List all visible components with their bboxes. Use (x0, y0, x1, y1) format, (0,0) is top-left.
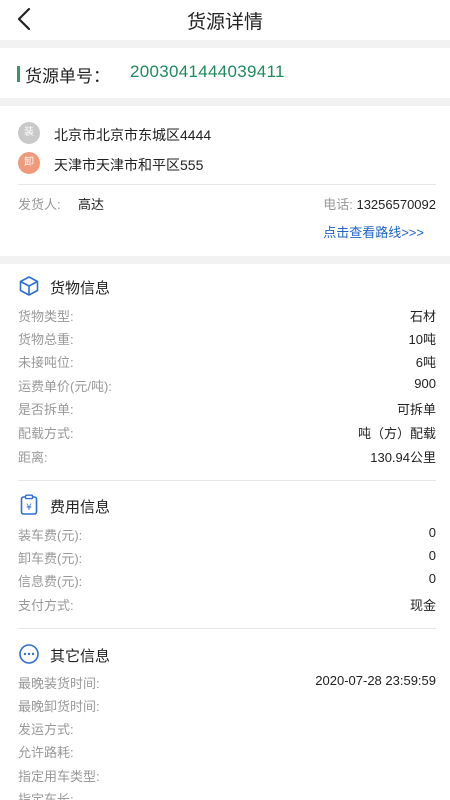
page-title: 货源详情 (186, 12, 263, 33)
route-card: 装 北京市北京市东城区4444 卸 天津市天津市和平区555 发货人: 高达 电… (0, 106, 450, 256)
phone-label: 电话: (323, 197, 353, 212)
box-icon (19, 276, 39, 296)
unload-address: 天津市天津市和平区555 (54, 157, 204, 173)
section-title: 货物信息 (50, 280, 111, 297)
row-label: 装车费(元): (18, 528, 83, 543)
fee-row: 信息费(元): 0 (18, 571, 436, 591)
cargo-row: 运费单价(元/吨): 900 (18, 376, 436, 396)
other-row: 指定用车类型: (18, 766, 436, 786)
row-label: 货物类型: (18, 309, 74, 324)
view-route-link[interactable]: 点击查看路线>>> (323, 222, 424, 241)
divider (18, 480, 436, 481)
shipper-label: 发货人: (18, 197, 61, 212)
phone-contact[interactable]: 电话: 13256570092 (323, 194, 436, 213)
row-label: 配载方式: (18, 426, 74, 441)
row-label: 卸车费(元): (18, 551, 83, 566)
other-row: 最晚装货时间: 2020-07-28 23:59:59 (18, 673, 436, 693)
row-label: 指定用车类型: (18, 769, 100, 784)
other-row: 发运方式: (18, 719, 436, 739)
cargo-row: 未接吨位: 6吨 (18, 352, 436, 372)
row-value: 石材 (409, 309, 436, 324)
row-value: 130.94公里 (370, 450, 436, 465)
receipt-icon: ¥ (20, 494, 38, 515)
row-label: 未接吨位: (18, 355, 74, 370)
more-dots-icon (19, 644, 39, 664)
details-card: 货物信息 货物类型: 石材 货物总重: 10吨 未接吨位: 6吨 运费单价(元/… (0, 264, 450, 800)
row-value: 6吨 (415, 355, 436, 370)
section-title: 其它信息 (50, 648, 111, 665)
divider (18, 184, 436, 185)
phone-number[interactable]: 13256570092 (356, 197, 436, 212)
load-tag: 装 (18, 122, 40, 144)
cargo-row: 货物总重: 10吨 (18, 329, 436, 349)
fee-row: 支付方式: 现金 (18, 595, 436, 615)
other-row: 最晚卸货时间: (18, 696, 436, 716)
fee-row: 卸车费(元): 0 (18, 548, 436, 568)
row-value: 900 (414, 376, 436, 391)
fee-row: 装车费(元): 0 (18, 525, 436, 545)
row-label: 支付方式: (18, 598, 74, 613)
load-address: 北京市北京市东城区4444 (54, 127, 212, 143)
cargo-row: 货物类型: 石材 (18, 306, 436, 326)
row-value: 吨（方）配载 (357, 426, 436, 441)
row-value: 10吨 (408, 332, 436, 347)
row-value: 0 (428, 548, 436, 563)
row-label: 信息费(元): (18, 574, 83, 589)
row-label: 距离: (18, 450, 48, 465)
unload-tag: 卸 (18, 152, 40, 174)
order-number-card: 货源单号： 2003041444039411 (0, 48, 450, 98)
cargo-row: 配载方式: 吨（方）配载 (18, 423, 436, 443)
row-value: 0 (428, 571, 436, 586)
row-label: 运费单价(元/吨): (18, 379, 112, 394)
row-label: 发运方式: (18, 722, 74, 737)
cargo-row: 是否拆单: 可拆单 (18, 399, 436, 419)
accent-bar (17, 66, 20, 82)
row-label: 指定车长: (18, 792, 74, 800)
row-value: 现金 (409, 598, 436, 613)
order-number-value: 2003041444039411 (130, 62, 285, 81)
row-label: 货物总重: (18, 332, 74, 347)
row-value: 2020-07-28 23:59:59 (315, 673, 436, 688)
yuan-symbol: ¥ (26, 503, 32, 513)
order-number-label: 货源单号： (25, 67, 110, 86)
row-value: 0 (428, 525, 436, 540)
shipper-name: 高达 (78, 197, 105, 212)
divider (18, 628, 436, 629)
row-label: 是否拆单: (18, 402, 74, 417)
row-label: 允许路耗: (18, 745, 74, 760)
row-label: 最晚装货时间: (18, 676, 100, 691)
row-value: 可拆单 (396, 402, 436, 417)
section-title: 费用信息 (50, 499, 111, 516)
other-row: 允许路耗: (18, 742, 436, 762)
cargo-row: 距离: 130.94公里 (18, 447, 436, 467)
other-row: 指定车长: (18, 789, 436, 800)
top-nav-bar: 货源详情 (0, 0, 450, 40)
row-label: 最晚卸货时间: (18, 699, 100, 714)
